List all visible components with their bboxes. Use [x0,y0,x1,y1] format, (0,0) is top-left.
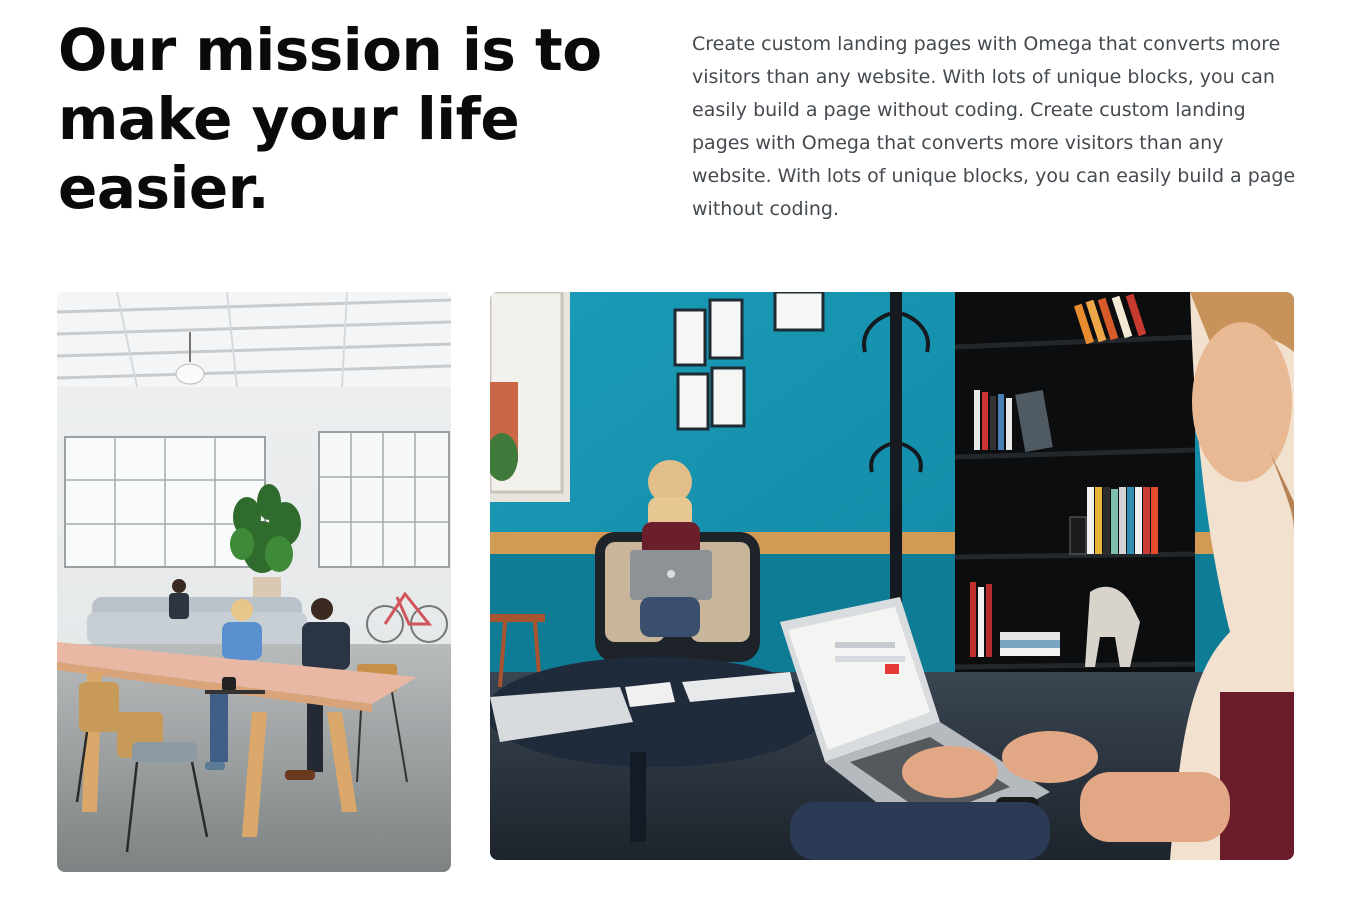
office-coworking-illustration [57,292,451,872]
lounge-laptop-illustration [490,292,1294,860]
office-coworking-photo [57,292,451,872]
mission-description: Create custom landing pages with Omega t… [692,33,1296,220]
lounge-laptop-photo [490,292,1294,860]
mission-heading: Our mission is to make your life easier. [58,16,602,222]
